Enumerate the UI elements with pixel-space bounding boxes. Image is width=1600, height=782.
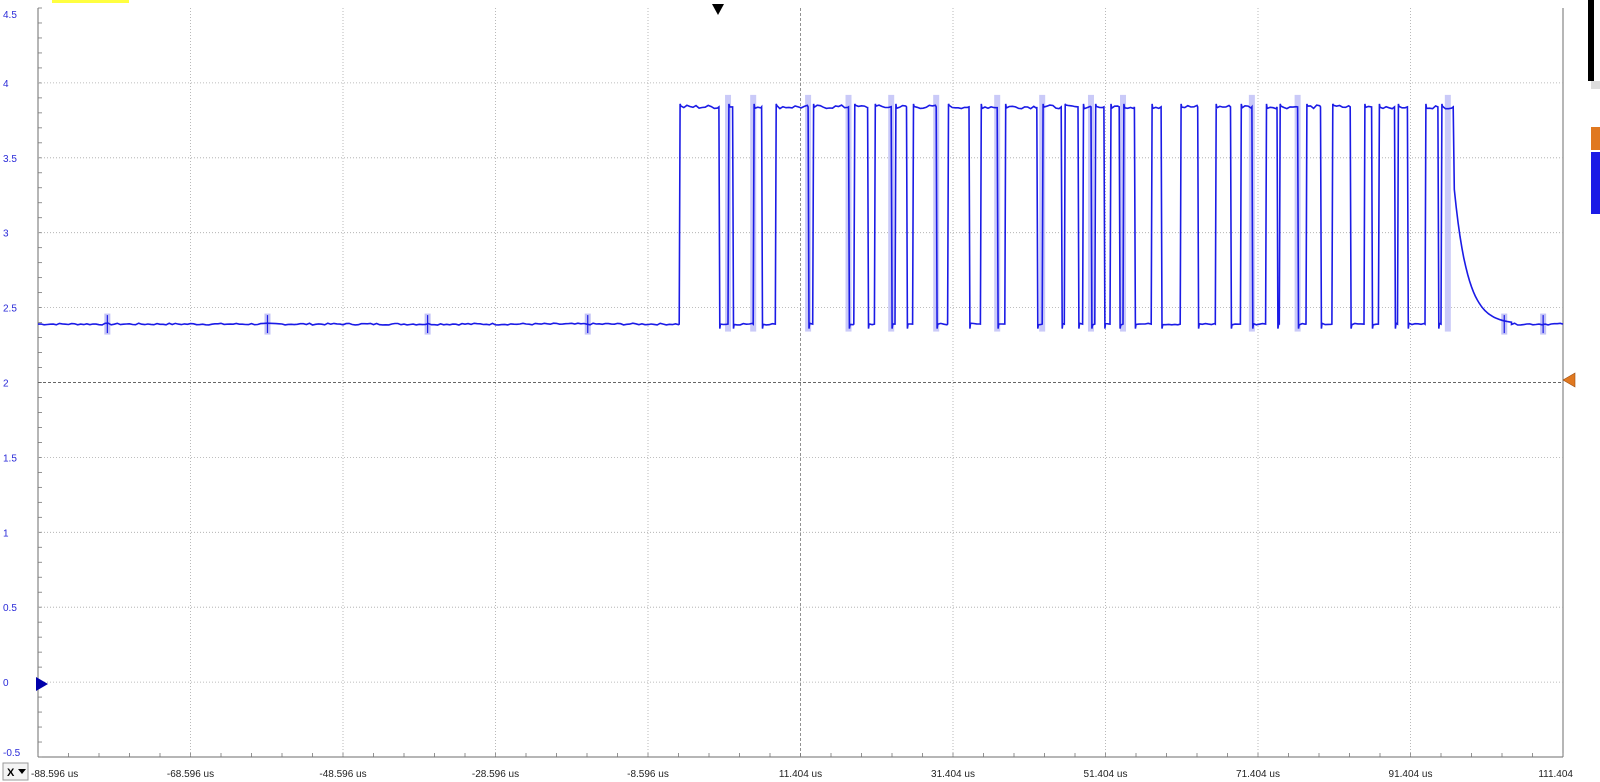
x-tick-label: -8.596 us [627,769,669,780]
x-axis-button-label: X [7,767,15,779]
x-tick-label: -88.596 us [31,769,78,780]
x-tick-label: -28.596 us [472,769,519,780]
x-axis-menu-button[interactable]: X [2,762,29,781]
x-tick-label: 11.404 us [779,769,822,780]
y-tick-label: 3 [3,229,9,240]
x-tick-label: 111.404 [1538,769,1573,780]
plot-background [0,0,1600,782]
y-tick-label: 3.5 [3,154,17,165]
y-tick-label: 4.5 [3,10,17,21]
trigger-channel-indicator[interactable] [1591,127,1600,150]
y-tick-label: -0.5 [3,748,21,759]
channel-indicator[interactable] [1591,152,1600,214]
scrollbar-handle[interactable] [1591,81,1600,89]
y-tick-label: 4 [3,79,9,90]
x-tick-label: 51.404 us [1084,769,1128,780]
yellow-bookmark [52,0,129,3]
x-tick-label: -48.596 us [319,769,366,780]
y-tick-label: 0.5 [3,603,17,614]
x-tick-label: 71.404 us [1236,769,1280,780]
edge-highlight [1444,94,1451,332]
y-tick-label: 0 [3,678,9,689]
y-tick-label: 1.5 [3,453,17,464]
x-tick-label: -68.596 us [167,769,214,780]
x-tick-label: 31.404 us [931,769,975,780]
scrollbar-black-segment[interactable] [1588,0,1594,81]
y-tick-label: 1 [3,528,9,539]
y-tick-label: 2.5 [3,304,17,315]
x-tick-label: 91.404 us [1389,769,1433,780]
oscilloscope-plot[interactable]: 4.5 4 3.5 3 2.5 2 1.5 1 0.5 0 -0.5 -88.596 us -68.5… [0,0,1600,782]
y-tick-label: 2 [3,379,9,390]
